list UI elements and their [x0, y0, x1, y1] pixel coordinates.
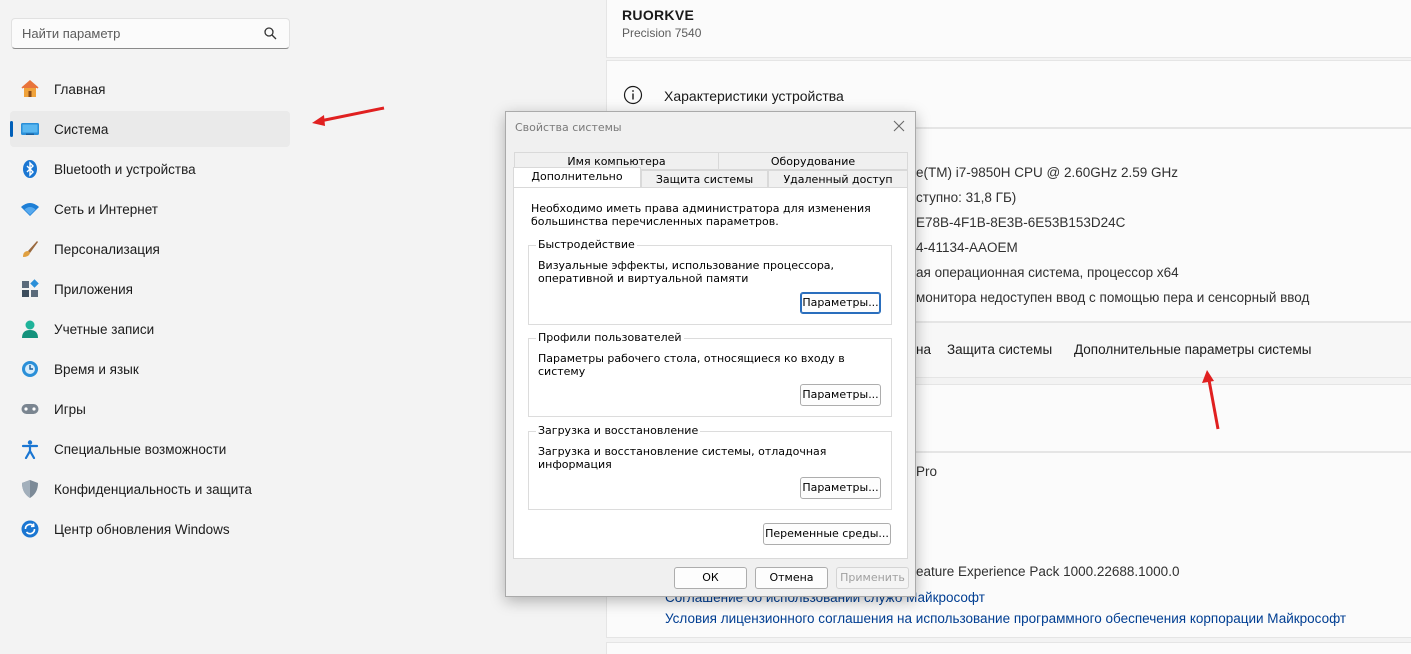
device-name-card — [606, 0, 1411, 58]
device-name: RUORKVE — [622, 7, 695, 23]
update-icon — [21, 520, 39, 538]
tab-remote[interactable]: Удаленный доступ — [768, 170, 908, 188]
related-link-system-protection[interactable]: Защита системы — [947, 342, 1052, 357]
sidebar-item-label: Игры — [54, 401, 86, 417]
sidebar-item-network[interactable]: Сеть и Интернет — [10, 191, 290, 227]
user-profiles-settings-button[interactable]: Параметры... — [800, 384, 881, 406]
search-icon — [264, 27, 277, 40]
related-link-partial[interactable]: на — [916, 342, 931, 357]
performance-settings-button[interactable]: Параметры... — [800, 292, 881, 314]
system-icon — [21, 123, 39, 135]
sidebar-item-label: Конфиденциальность и защита — [54, 481, 252, 497]
sidebar-item-home[interactable]: Главная — [10, 71, 290, 107]
apps-icon — [22, 279, 39, 297]
spec-device-id: E78B-4F1B-8E3B-6E53B153D24C — [916, 215, 1126, 230]
bluetooth-icon — [23, 160, 37, 178]
tab-hardware[interactable]: Оборудование — [718, 152, 908, 170]
sidebar-item-label: Bluetooth и устройства — [54, 161, 196, 177]
windows-experience-pack: eature Experience Pack 1000.22688.1000.0 — [916, 564, 1180, 579]
accessibility-icon — [21, 440, 39, 459]
performance-desc: Визуальные эффекты, использование процес… — [538, 259, 835, 285]
sidebar-item-gaming[interactable]: Игры — [10, 391, 290, 427]
next-card — [606, 642, 1411, 654]
sidebar-item-personalization[interactable]: Персонализация — [10, 231, 290, 267]
device-model: Precision 7540 — [622, 26, 702, 40]
account-icon — [22, 320, 38, 338]
startup-recovery-title: Загрузка и восстановление — [536, 424, 701, 437]
sidebar-item-time-language[interactable]: Время и язык — [10, 351, 290, 387]
sidebar-item-accessibility[interactable]: Специальные возможности — [10, 431, 290, 467]
user-profiles-title: Профили пользователей — [536, 331, 684, 344]
sidebar-item-apps[interactable]: Приложения — [10, 271, 290, 307]
sidebar-item-privacy[interactable]: Конфиденциальность и защита — [10, 471, 290, 507]
environment-variables-button[interactable]: Переменные среды... — [763, 523, 891, 545]
apply-button[interactable]: Применить — [836, 567, 909, 589]
startup-recovery-group: Загрузка и восстановление Загрузка и вос… — [528, 424, 892, 510]
sidebar-item-label: Персонализация — [54, 241, 160, 257]
brush-icon — [23, 241, 38, 257]
device-specs-title: Характеристики устройства — [664, 88, 844, 104]
spec-product-id: 4-41134-AAOEM — [916, 240, 1018, 255]
spec-processor: e(TM) i7-9850H CPU @ 2.60GHz 2.59 GHz — [916, 165, 1179, 180]
sidebar-item-label: Центр обновления Windows — [54, 521, 230, 537]
sidebar-item-label: Время и язык — [54, 361, 139, 377]
sidebar-item-windows-update[interactable]: Центр обновления Windows — [10, 511, 290, 547]
startup-recovery-settings-button[interactable]: Параметры... — [800, 477, 881, 499]
spec-ram: ступно: 31,8 ГБ) — [916, 190, 1017, 205]
sidebar-item-system[interactable]: Система — [10, 111, 290, 147]
windows-edition: Pro — [916, 464, 938, 479]
ok-button[interactable]: ОК — [674, 567, 747, 589]
user-profiles-group: Профили пользователей Параметры рабочего… — [528, 331, 892, 417]
info-icon — [623, 85, 643, 105]
time-language-icon — [22, 361, 38, 377]
sidebar-item-label: Главная — [54, 81, 106, 97]
link-license-terms[interactable]: Условия лицензионного соглашения на испо… — [665, 611, 1346, 626]
cancel-button[interactable]: Отмена — [755, 567, 828, 589]
performance-group: Быстродействие Визуальные эффекты, испол… — [528, 238, 892, 325]
sidebar-item-label: Учетные записи — [54, 321, 155, 337]
startup-recovery-desc: Загрузка и восстановление системы, отлад… — [538, 445, 827, 471]
performance-title: Быстродействие — [536, 238, 637, 251]
tab-system-protection[interactable]: Защита системы — [641, 170, 768, 188]
admin-rights-note: Необходимо иметь права администратора дл… — [531, 202, 871, 228]
wifi-icon — [21, 203, 39, 216]
spec-pen-touch: монитора недоступен ввод с помощью пера … — [916, 290, 1310, 305]
red-arrow-advanced-settings — [1202, 370, 1220, 430]
sidebar-item-label: Специальные возможности — [54, 441, 227, 457]
sidebar-item-label: Сеть и Интернет — [54, 201, 158, 217]
sidebar-item-label: Приложения — [54, 281, 133, 297]
dialog-title: Свойства системы — [515, 121, 622, 134]
search-input[interactable] — [12, 19, 252, 48]
user-profiles-desc: Параметры рабочего стола, относящиеся ко… — [538, 352, 845, 378]
sidebar-item-accounts[interactable]: Учетные записи — [10, 311, 290, 347]
system-properties-dialog: Свойства системы Имя компьютера Оборудов… — [505, 111, 916, 597]
sidebar-item-label: Система — [54, 121, 109, 137]
sidebar-item-bluetooth[interactable]: Bluetooth и устройства — [10, 151, 290, 187]
advanced-tab-panel: Необходимо иметь права администратора дл… — [513, 187, 908, 559]
related-link-advanced-settings[interactable]: Дополнительные параметры системы — [1074, 342, 1312, 357]
tab-advanced[interactable]: Дополнительно — [513, 167, 641, 187]
sidebar-nav: Главная Система Bluetooth и устройства С… — [10, 71, 290, 551]
close-icon[interactable] — [892, 119, 906, 133]
gamepad-icon — [21, 404, 39, 414]
spec-system-type: ая операционная система, процессор x64 — [916, 265, 1179, 280]
search-box[interactable] — [11, 18, 290, 49]
shield-icon — [22, 480, 38, 498]
home-icon — [21, 80, 39, 97]
red-arrow-system — [312, 106, 385, 126]
